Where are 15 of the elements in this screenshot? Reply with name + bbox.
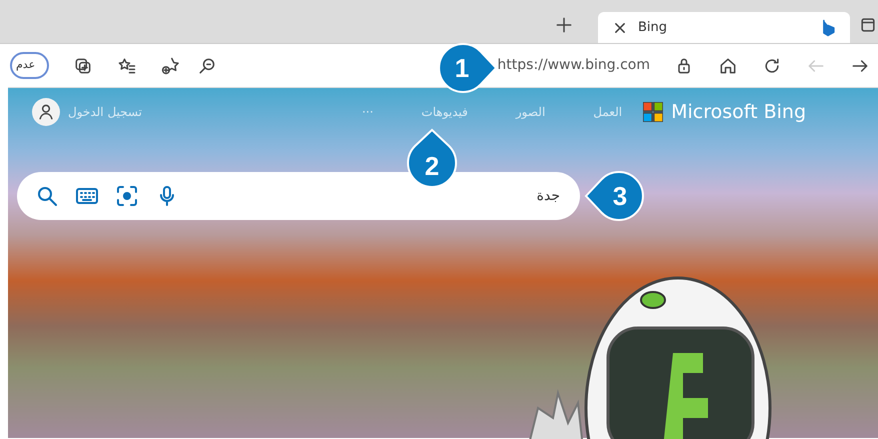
user-avatar[interactable] — [32, 98, 60, 126]
collections-icon[interactable] — [73, 56, 94, 76]
address-field[interactable]: https://www.bing.com — [497, 55, 650, 76]
new-tab-icon[interactable] — [554, 15, 574, 35]
zoom-icon[interactable] — [197, 56, 218, 76]
home-icon[interactable] — [718, 56, 738, 76]
microsoft-logo-icon — [643, 102, 664, 122]
add-favorite-icon[interactable] — [161, 56, 182, 76]
visual-search-icon[interactable] — [115, 184, 139, 208]
sync-button[interactable]: عدم — [10, 52, 50, 79]
search-input[interactable]: جدة — [195, 184, 562, 208]
logo-text: Microsoft Bing — [671, 100, 806, 125]
search-icon[interactable] — [35, 184, 59, 208]
favorites-list-icon[interactable] — [117, 56, 138, 76]
browser-tab[interactable]: Bing — [598, 12, 850, 43]
